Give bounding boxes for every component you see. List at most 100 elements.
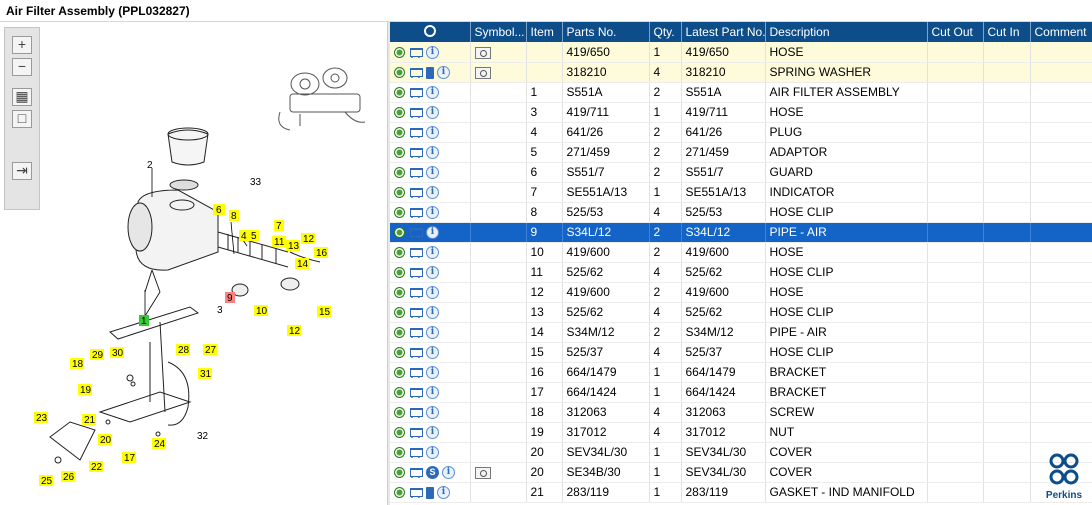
gear-icon[interactable] (394, 187, 405, 199)
table-row[interactable]: i 419/650 1 419/650 HOSE (390, 42, 1092, 63)
symbol-cell[interactable] (470, 402, 527, 423)
info-icon[interactable]: i (426, 86, 439, 100)
symbol-cell[interactable] (470, 442, 527, 463)
export-icon[interactable]: ⇥ (12, 162, 32, 180)
table-row[interactable]: i 9 S34L/12 2 S34L/12 PIPE - AIR (390, 222, 1092, 243)
table-row[interactable]: i 16 664/1479 1 664/1479 BRACKET (390, 362, 1092, 383)
cart-icon[interactable] (408, 147, 423, 159)
comment-column-header[interactable]: Comment (1030, 22, 1092, 42)
gear-icon[interactable] (394, 487, 405, 499)
cart-icon[interactable] (408, 127, 423, 139)
table-row[interactable]: i 14 S34M/12 2 S34M/12 PIPE - AIR (390, 322, 1092, 343)
book-icon[interactable] (426, 66, 434, 79)
cart-icon[interactable] (408, 327, 423, 339)
cart-icon[interactable] (408, 47, 423, 58)
gear-icon[interactable] (394, 67, 405, 79)
table-row[interactable]: i 15 525/37 4 525/37 HOSE CLIP (390, 342, 1092, 363)
symbol-cell[interactable] (470, 482, 527, 503)
cart-icon[interactable] (408, 267, 423, 279)
actual-size-icon[interactable]: □ (12, 110, 32, 128)
info-icon[interactable]: i (426, 126, 439, 140)
cart-icon[interactable] (408, 207, 423, 219)
symbol-cell[interactable] (470, 82, 527, 103)
info-icon[interactable]: i (426, 326, 439, 340)
table-row[interactable]: i 20 SEV34L/30 1 SEV34L/30 COVER (390, 442, 1092, 463)
symbol-cell[interactable] (470, 182, 527, 203)
cart-icon[interactable] (408, 287, 423, 299)
symbol-cell[interactable] (470, 62, 527, 83)
gear-icon[interactable] (394, 167, 405, 179)
parts-no-column-header[interactable]: Parts No. (562, 22, 650, 42)
gear-icon[interactable] (394, 207, 405, 219)
table-row[interactable]: i 11 525/62 4 525/62 HOSE CLIP (390, 262, 1092, 283)
gear-icon[interactable] (394, 447, 405, 459)
info-icon[interactable]: i (437, 486, 450, 500)
cart-icon[interactable] (408, 387, 423, 399)
gear-icon[interactable] (394, 247, 405, 259)
symbol-cell[interactable] (470, 362, 527, 383)
info-icon[interactable]: i (426, 186, 439, 200)
gear-icon[interactable] (394, 107, 405, 119)
cart-icon[interactable] (408, 187, 423, 199)
symbol-cell[interactable] (470, 162, 527, 183)
zoom-in-icon[interactable]: + (12, 36, 32, 54)
table-row[interactable]: i 17 664/1424 1 664/1424 BRACKET (390, 382, 1092, 403)
info-icon[interactable]: i (437, 66, 450, 80)
gear-icon[interactable] (394, 127, 405, 139)
table-row[interactable]: i 10 419/600 2 419/600 HOSE (390, 242, 1092, 263)
symbol-cell[interactable] (470, 102, 527, 123)
symbol-cell[interactable] (470, 422, 527, 443)
cart-icon[interactable] (408, 487, 423, 499)
table-row[interactable]: i 8 525/53 4 525/53 HOSE CLIP (390, 202, 1092, 223)
info-icon[interactable]: i (426, 166, 439, 180)
table-row[interactable]: i 3 419/711 1 419/711 HOSE (390, 102, 1092, 123)
info-icon[interactable]: i (426, 426, 439, 440)
gear-icon[interactable] (394, 46, 405, 58)
search-icon[interactable] (423, 24, 436, 37)
info-icon[interactable]: i (426, 246, 439, 260)
cart-icon[interactable] (408, 307, 423, 319)
gear-icon[interactable] (394, 287, 405, 299)
cart-icon[interactable] (408, 87, 423, 99)
s-badge-icon[interactable]: S (426, 466, 439, 480)
cart-icon[interactable] (408, 227, 423, 239)
gear-icon[interactable] (394, 427, 405, 439)
symbol-icon[interactable] (474, 46, 491, 59)
fit-view-icon[interactable]: ▦ (12, 88, 32, 106)
exploded-diagram[interactable]: 1 2 3 4 5 6 7 8 9 10 11 12 12 13 14 15 1… (0, 22, 387, 505)
table-row[interactable]: i 318210 4 318210 SPRING WASHER (390, 62, 1092, 83)
symbol-column-header[interactable]: Symbol... (470, 22, 527, 42)
info-icon[interactable]: i (426, 446, 439, 460)
cart-icon[interactable] (408, 407, 423, 419)
gear-icon[interactable] (394, 387, 405, 399)
gear-icon[interactable] (394, 147, 405, 159)
info-icon[interactable]: i (426, 206, 439, 220)
cart-icon[interactable] (408, 107, 423, 119)
info-icon[interactable]: i (426, 366, 439, 380)
cart-icon[interactable] (408, 367, 423, 379)
symbol-icon[interactable] (474, 66, 491, 79)
table-row[interactable]: i 1 S551A 2 S551A AIR FILTER ASSEMBLY (390, 82, 1092, 103)
item-column-header[interactable]: Item (526, 22, 563, 42)
latest-part-column-header[interactable]: Latest Part No. (681, 22, 766, 42)
info-icon[interactable]: i (426, 406, 439, 420)
info-icon[interactable]: i (426, 286, 439, 300)
gear-icon[interactable] (394, 367, 405, 379)
table-row[interactable]: i 7 SE551A/13 1 SE551A/13 INDICATOR (390, 182, 1092, 203)
book-icon[interactable] (426, 486, 434, 499)
cart-icon[interactable] (408, 167, 423, 179)
info-icon[interactable]: i (426, 306, 439, 320)
cart-icon[interactable] (408, 347, 423, 359)
table-row[interactable]: i 5 271/459 2 271/459 ADAPTOR (390, 142, 1092, 163)
search-column-header[interactable] (390, 22, 471, 42)
symbol-cell[interactable] (470, 222, 527, 243)
cart-icon[interactable] (408, 67, 423, 79)
description-column-header[interactable]: Description (765, 22, 928, 42)
symbol-cell[interactable] (470, 342, 527, 363)
symbol-cell[interactable] (470, 42, 527, 63)
table-row[interactable]: i 6 S551/7 2 S551/7 GUARD (390, 162, 1092, 183)
table-row[interactable]: i 12 419/600 2 419/600 HOSE (390, 282, 1092, 303)
symbol-icon[interactable] (474, 466, 491, 479)
info-icon[interactable]: i (426, 45, 439, 59)
table-row[interactable]: i 19 317012 4 317012 NUT (390, 422, 1092, 443)
